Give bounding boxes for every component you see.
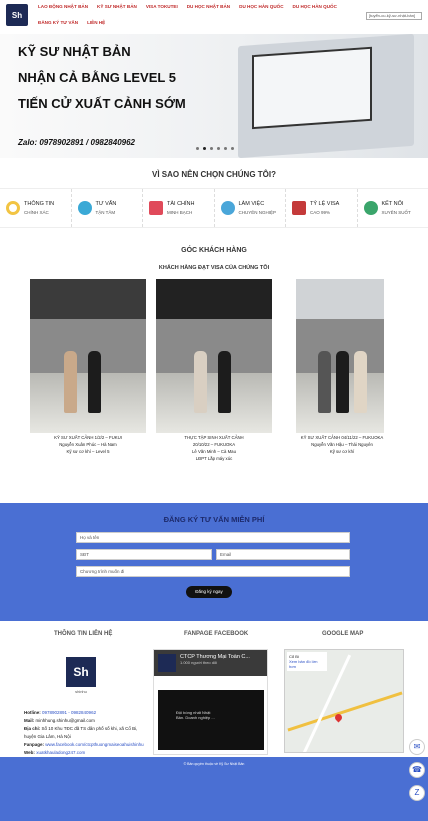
main-menu: LAO ĐỘNG NHẬT BẢN KỸ SƯ NHẬT BẢN VISA TO… xyxy=(38,4,368,25)
fanpage-line: Fanpage: www.facebook.com/ctcpthuongmais… xyxy=(24,742,144,747)
fb-video[interactable]: Đội bóng nhất Nhật Bản. Doanh nghiệp ... xyxy=(158,690,264,750)
submit-button[interactable]: Đăng ký ngay xyxy=(186,586,232,598)
fanpage-title: FANPAGE FACEBOOK xyxy=(184,631,249,637)
work-icon xyxy=(220,201,235,215)
info-icon xyxy=(6,201,20,215)
copyright-bar: © Bản quyền thuộc về Kỹ Sư Nhật Bản xyxy=(0,757,428,821)
hero-banner[interactable]: KỸ SƯ NHẬT BẢN NHẬN CẢ BẰNG LEVEL 5 TIẾN… xyxy=(0,34,428,158)
footer-logo: Sh xyxy=(66,657,96,687)
hotline-line: Hotline: 0978902891 - 0982840962 xyxy=(24,710,97,715)
slider-dots[interactable] xyxy=(196,147,234,150)
map-link[interactable]: Xem bản đồ lớn hơn xyxy=(289,659,317,669)
phone-field[interactable]: SĐT xyxy=(76,549,212,560)
map-title: GOOGLE MAP xyxy=(322,631,364,637)
why-title: VÌ SAO NÊN CHỌN CHÚNG TÔI? xyxy=(151,170,276,179)
menu-item[interactable]: DU HỌC NHẬT BẢN xyxy=(187,4,230,9)
feature-item: TÀI CHÍNH MINH BẠCH xyxy=(143,189,215,227)
customers-title: GÓC KHÁCH HÀNG xyxy=(181,247,247,254)
menu-item[interactable]: ĐĂNG KÝ TƯ VẤN xyxy=(38,20,78,25)
connect-icon xyxy=(363,201,378,215)
menu-item[interactable]: DU HỌC HÀN QUỐC xyxy=(293,4,337,9)
web-link[interactable]: xuatkhauladong247.com xyxy=(36,750,85,755)
hero-zalo: Zalo: 0978902891 / 0982840962 xyxy=(18,138,135,147)
search-input[interactable]: [tuyển-cu-kỹ-sư-nhật-bản] xyxy=(366,12,422,20)
fb-avatar xyxy=(158,654,176,672)
feature-item: THÔNG TIN CHÍNH XÁC xyxy=(0,189,72,227)
form-title: ĐĂNG KÝ TƯ VẤN MIỄN PHÍ xyxy=(163,515,265,524)
customer-caption: THỰC TẬP SINH XUẤT CẢNH 20/10/22 – FUKUOK… xyxy=(184,435,244,461)
customers-subtitle: KHÁCH HÀNG ĐẠT VISA CỦA CHÚNG TÔI xyxy=(158,265,270,271)
program-field[interactable]: Chương trình muốn đi xyxy=(76,566,350,577)
hotline-link[interactable]: 0978902891 - 0982840962 xyxy=(42,710,96,715)
menu-item[interactable]: VISA TOKUTEI xyxy=(146,4,178,9)
messenger-icon[interactable]: ☎ xyxy=(409,762,425,778)
customer-caption: KỸ SƯ XUẤT CẢNH 04/11/22 – FUKUOKA Nguyễn… xyxy=(300,435,384,454)
feature-item: LÀM VIỆC CHUYÊN NGHIỆP xyxy=(215,189,286,227)
footer-logo-sub: shinhu xyxy=(75,689,87,694)
consult-icon xyxy=(77,201,92,215)
email-field[interactable]: Email xyxy=(216,549,350,560)
name-field[interactable]: Họ và tên xyxy=(76,532,350,543)
menu-item[interactable]: LAO ĐỘNG NHẬT BẢN xyxy=(38,4,88,9)
google-map[interactable]: Cổ Bi Xem bản đồ lớn hơn xyxy=(284,649,404,753)
customer-photo[interactable] xyxy=(30,279,146,433)
customer-caption: KỸ SƯ XUẤT CẢNH 1/2/2 – FUKUI Nguyễn Xuân… xyxy=(54,435,122,454)
footer: THÔNG TIN LIÊN HỆ FANPAGE FACEBOOK GOOGL… xyxy=(0,623,428,755)
zalo-icon[interactable]: Z xyxy=(409,785,425,801)
feature-item: TỶ LỆ VISA CAO 99% xyxy=(286,189,358,227)
address-line: Địa chỉ: Số 10 Khu TĐC đã TS dân phố số … xyxy=(24,726,138,739)
menu-item[interactable]: LIÊN HỆ xyxy=(87,20,105,25)
customer-photo[interactable] xyxy=(296,279,384,433)
facebook-widget[interactable]: CTCP Thương Mại Toàn C... 1.000 người the… xyxy=(153,649,268,755)
hero-line-2: NHẬN CẢ BẰNG LEVEL 5 xyxy=(18,70,176,85)
feature-item: TƯ VẤN TẬN TÂM xyxy=(72,189,143,227)
passport-icon xyxy=(292,201,306,215)
fanpage-link[interactable]: www.facebook.com/ctcpthuongmaiseoahuishi… xyxy=(45,742,143,747)
menu-item[interactable]: KỸ SƯ NHẬT BẢN xyxy=(97,4,137,9)
hero-line-1: KỸ SƯ NHẬT BẢN xyxy=(18,44,131,59)
site-logo[interactable]: Sh xyxy=(6,4,28,26)
menu-item[interactable]: DU HỌC HÀN QUỐC xyxy=(239,4,283,9)
customer-photo[interactable] xyxy=(156,279,272,433)
consult-form: ĐĂNG KÝ TƯ VẤN MIỄN PHÍ Họ và tên SĐT Em… xyxy=(0,503,428,621)
chat-icon[interactable]: ✉ xyxy=(409,739,425,755)
feature-item: KẾT NỐI XUYÊN SUỐT xyxy=(358,189,428,227)
mail-line: Mail: minhhung.shinhu@gmail.com xyxy=(24,718,95,723)
laptop-image xyxy=(238,34,414,158)
contact-title: THÔNG TIN LIÊN HỆ xyxy=(54,631,113,637)
web-line: Web: xuatkhauladong247.com xyxy=(24,750,86,755)
finance-icon xyxy=(149,201,163,215)
top-nav: Sh LAO ĐỘNG NHẬT BẢN KỸ SƯ NHẬT BẢN VISA… xyxy=(0,0,428,32)
hero-line-3: TIẾN CỬ XUẤT CẢNH SỚM xyxy=(18,96,186,111)
features-row: THÔNG TIN CHÍNH XÁC TƯ VẤN TẬN TÂM TÀI CHÍ… xyxy=(0,188,428,228)
